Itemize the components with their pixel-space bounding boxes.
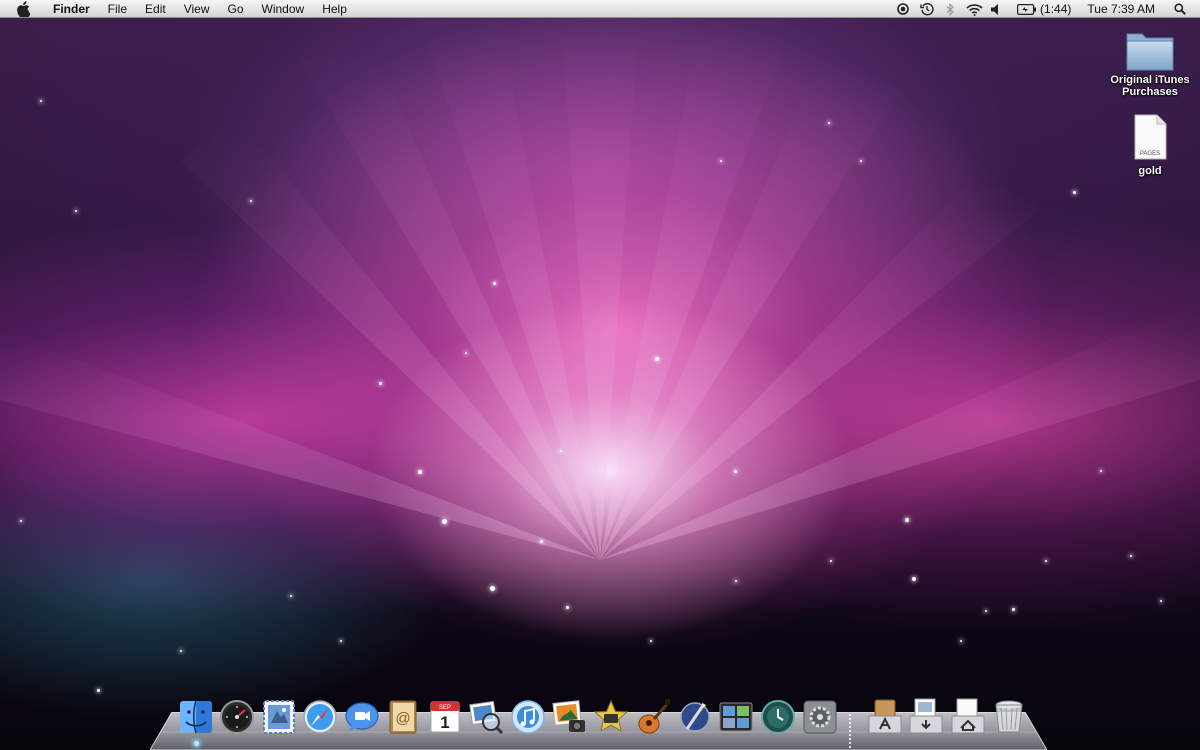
spotlight-status-icon[interactable] (894, 0, 912, 18)
menu-edit[interactable]: Edit (136, 0, 175, 18)
safari-icon (303, 700, 337, 734)
dock-address-book[interactable]: @ (384, 698, 422, 736)
dock-garageband[interactable] (634, 698, 672, 736)
finder-icon (180, 700, 212, 734)
dock-ical[interactable]: SEP 1 (426, 698, 464, 736)
dock-preview[interactable] (467, 698, 505, 736)
system-preferences-icon (803, 700, 837, 734)
menu-app-finder[interactable]: Finder (44, 0, 99, 18)
battery-icon[interactable] (1016, 0, 1038, 18)
menu-go[interactable]: Go (219, 0, 253, 18)
volume-icon[interactable] (988, 0, 1002, 18)
dock-iweb[interactable] (676, 698, 714, 736)
dock-trash[interactable] (990, 698, 1028, 736)
dock-documents-stack[interactable] (907, 698, 945, 736)
svg-text:SEP: SEP (439, 705, 451, 711)
menu-view[interactable]: View (175, 0, 219, 18)
desktop-wallpaper (0, 0, 1200, 750)
desktop-icon-label: Original iTunes Purchases (1110, 74, 1190, 98)
itunes-icon (511, 700, 545, 734)
desktop-icon-label: gold (1138, 165, 1162, 177)
dock-dashboard[interactable] (218, 698, 256, 736)
dock-itunes[interactable] (509, 698, 547, 736)
svg-text:@: @ (395, 710, 410, 727)
dock-time-machine[interactable] (759, 698, 797, 736)
iphoto-icon (552, 700, 585, 732)
pages-document-icon: PAGES (1134, 114, 1167, 160)
dock-spaces[interactable] (717, 698, 755, 736)
dock-imovie[interactable] (592, 698, 630, 736)
dock-iphoto[interactable] (551, 698, 589, 736)
applications-stack-icon (868, 699, 902, 734)
iweb-icon (680, 702, 710, 732)
garageband-icon (638, 699, 671, 734)
dock-mail[interactable] (260, 698, 298, 736)
menu-bar: Finder File Edit View Go Window Help (1:… (0, 0, 1200, 18)
dock-safari[interactable] (301, 698, 339, 736)
mail-icon (263, 700, 295, 734)
trash-icon (995, 700, 1023, 733)
menu-file[interactable]: File (99, 0, 136, 18)
ichat-icon (345, 702, 379, 732)
ical-icon: SEP 1 (430, 701, 460, 733)
menu-help[interactable]: Help (313, 0, 356, 18)
dock-applications-stack[interactable] (866, 698, 904, 736)
menu-clock[interactable]: Tue 7:39 AM (1087, 0, 1155, 18)
spotlight-search-icon[interactable] (1172, 0, 1188, 18)
dock-separator (849, 714, 851, 748)
imovie-icon (593, 699, 629, 733)
spaces-icon (719, 702, 753, 732)
desktop-icon-gold[interactable]: PAGES gold (1105, 113, 1195, 177)
documents-stack-icon (909, 698, 943, 734)
dock-finder[interactable] (177, 698, 215, 736)
menu-extras: (1:44) Tue 7:39 AM (894, 0, 1200, 18)
wifi-icon[interactable] (964, 0, 984, 18)
battery-time[interactable]: (1:44) (1040, 0, 1071, 18)
downloads-stack-icon (951, 698, 985, 734)
time-machine-dock-icon (761, 700, 795, 734)
dock-downloads-stack[interactable] (949, 698, 987, 736)
time-machine-icon[interactable] (918, 0, 936, 18)
apple-logo-icon[interactable] (16, 0, 30, 17)
dock-system-preferences[interactable] (801, 698, 839, 736)
bluetooth-icon[interactable] (942, 0, 958, 18)
address-book-icon: @ (389, 700, 417, 734)
svg-text:1: 1 (440, 713, 449, 732)
preview-icon (469, 700, 504, 735)
menu-window[interactable]: Window (253, 0, 314, 18)
dashboard-icon (220, 700, 254, 734)
dock-ichat[interactable] (343, 698, 381, 736)
aurora-rays (0, 10, 1200, 560)
desktop-icon-original-itunes-purchases[interactable]: Original iTunes Purchases (1105, 28, 1195, 98)
svg-text:PAGES: PAGES (1140, 151, 1160, 157)
folder-icon (1126, 33, 1174, 71)
